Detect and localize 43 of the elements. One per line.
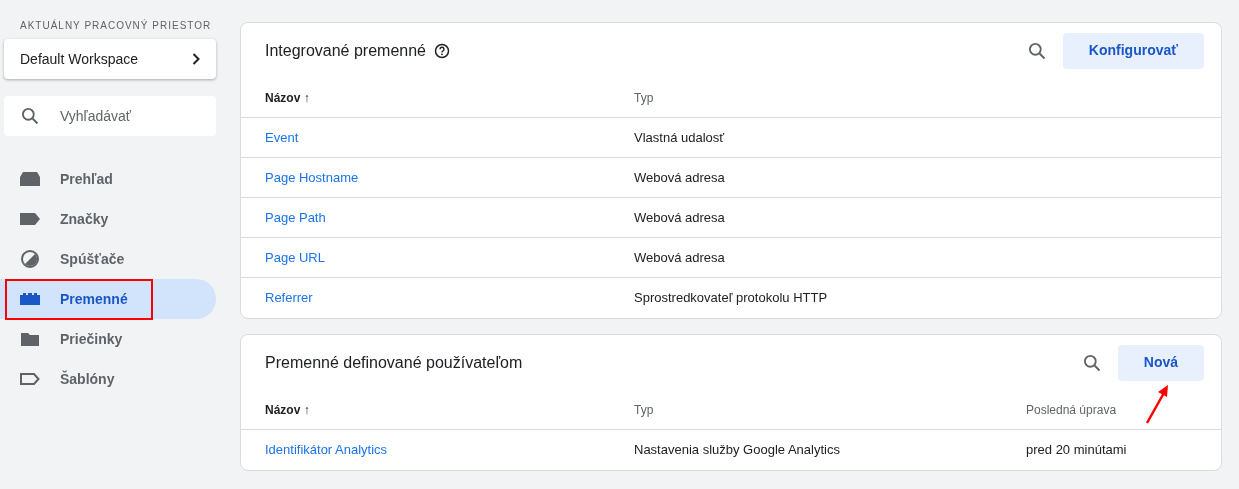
search-bar[interactable]: Vyhľadávať xyxy=(4,96,216,136)
trigger-icon xyxy=(20,249,40,269)
primary-button[interactable]: Nová xyxy=(1117,344,1204,381)
brick-icon xyxy=(20,293,40,305)
nav-item[interactable]: Premenné xyxy=(0,279,216,319)
nav-item[interactable]: Spúšťače xyxy=(0,239,216,279)
table-cell-text: Webová adresa xyxy=(634,248,726,267)
nav-item[interactable]: Šablóny xyxy=(0,359,216,399)
table-cell-text: Vlastná udalosť xyxy=(634,128,726,147)
table-cell-text: Sprostredkovateľ protokolu HTTP xyxy=(634,289,829,308)
card-title: Premenné definované používateľom xyxy=(265,352,523,373)
column-header: Typ xyxy=(634,89,655,107)
variable-link[interactable]: Page URL xyxy=(265,247,634,268)
variable-link[interactable]: Page Hostname xyxy=(265,167,634,188)
column-header: Typ xyxy=(634,401,655,419)
table-cell-text: Nastavenia služby Google Analytics xyxy=(634,441,841,460)
primary-button[interactable]: Konfigurovať xyxy=(1062,32,1204,69)
chevron-right-icon xyxy=(192,53,200,65)
workspace-label: AKTUÁLNY PRACOVNÝ PRIESTOR xyxy=(20,18,213,33)
table-cell-text: pred 20 minútami xyxy=(1026,441,1127,460)
variable-link[interactable]: Referrer xyxy=(265,288,634,308)
nav-item[interactable]: Priečinky xyxy=(0,319,216,359)
column-header: Posledná úprava xyxy=(1026,401,1117,419)
help-icon[interactable] xyxy=(434,42,450,59)
table-cell-text: Webová adresa xyxy=(634,208,726,227)
workspace-selector[interactable]: Default Workspace xyxy=(4,39,216,79)
search-field[interactable]: Vyhľadávať xyxy=(60,105,200,127)
column-header[interactable]: Názov ↑ xyxy=(265,88,634,107)
column-header[interactable]: Názov ↑ xyxy=(265,400,634,419)
folder-icon xyxy=(21,332,39,346)
nav-item[interactable]: Prehľad xyxy=(0,159,216,199)
tray-icon xyxy=(20,172,40,186)
variable-link[interactable]: Identifikátor Analytics xyxy=(265,440,634,460)
search-icon[interactable] xyxy=(1026,40,1047,61)
variable-link[interactable]: Event xyxy=(265,127,634,148)
search-icon[interactable] xyxy=(1081,352,1102,373)
table-cell-text: Webová adresa xyxy=(634,168,726,187)
tag-outline-icon xyxy=(20,373,40,385)
card-title: Integrované premenné xyxy=(265,40,426,61)
nav-item[interactable]: Značky xyxy=(0,199,216,239)
variable-link[interactable]: Page Path xyxy=(265,207,634,228)
tag-icon xyxy=(20,213,40,225)
search-icon[interactable] xyxy=(20,106,40,126)
